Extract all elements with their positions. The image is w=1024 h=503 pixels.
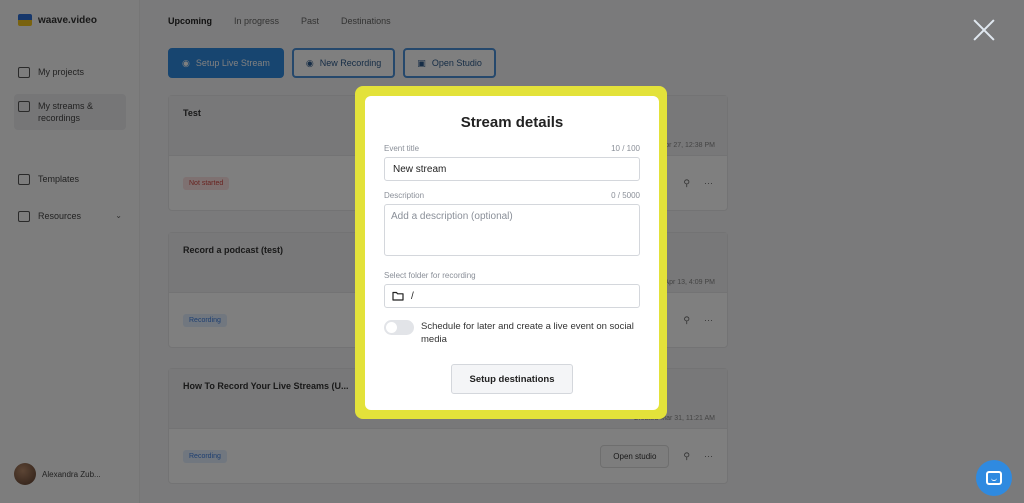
toggle-knob	[386, 322, 397, 333]
folder-icon	[392, 291, 404, 301]
schedule-toggle[interactable]	[384, 320, 414, 335]
description-label-row: Description 0 / 5000	[384, 191, 640, 201]
setup-destinations-button[interactable]: Setup destinations	[451, 364, 573, 394]
folder-path: /	[411, 290, 414, 302]
event-title-input[interactable]	[384, 157, 640, 181]
event-title-label: Event title	[384, 144, 420, 153]
chat-icon	[986, 471, 1002, 485]
schedule-row: Schedule for later and create a live eve…	[384, 320, 640, 346]
dialog-title: Stream details	[460, 114, 564, 131]
description-label: Description	[384, 191, 425, 200]
schedule-label: Schedule for later and create a live eve…	[421, 321, 634, 345]
event-title-char-count: 10 / 100	[611, 144, 640, 153]
description-textarea[interactable]	[384, 204, 640, 256]
support-chat-button[interactable]	[976, 460, 1012, 496]
close-icon[interactable]	[972, 18, 996, 42]
event-title-label-row: Event title 10 / 100	[384, 144, 640, 154]
stream-details-dialog: Stream details Event title 10 / 100 Desc…	[365, 96, 659, 410]
folder-label: Select folder for recording	[384, 271, 476, 280]
description-char-count: 0 / 5000	[611, 191, 640, 200]
folder-label-row: Select folder for recording	[384, 271, 640, 281]
folder-select[interactable]: /	[384, 284, 640, 308]
